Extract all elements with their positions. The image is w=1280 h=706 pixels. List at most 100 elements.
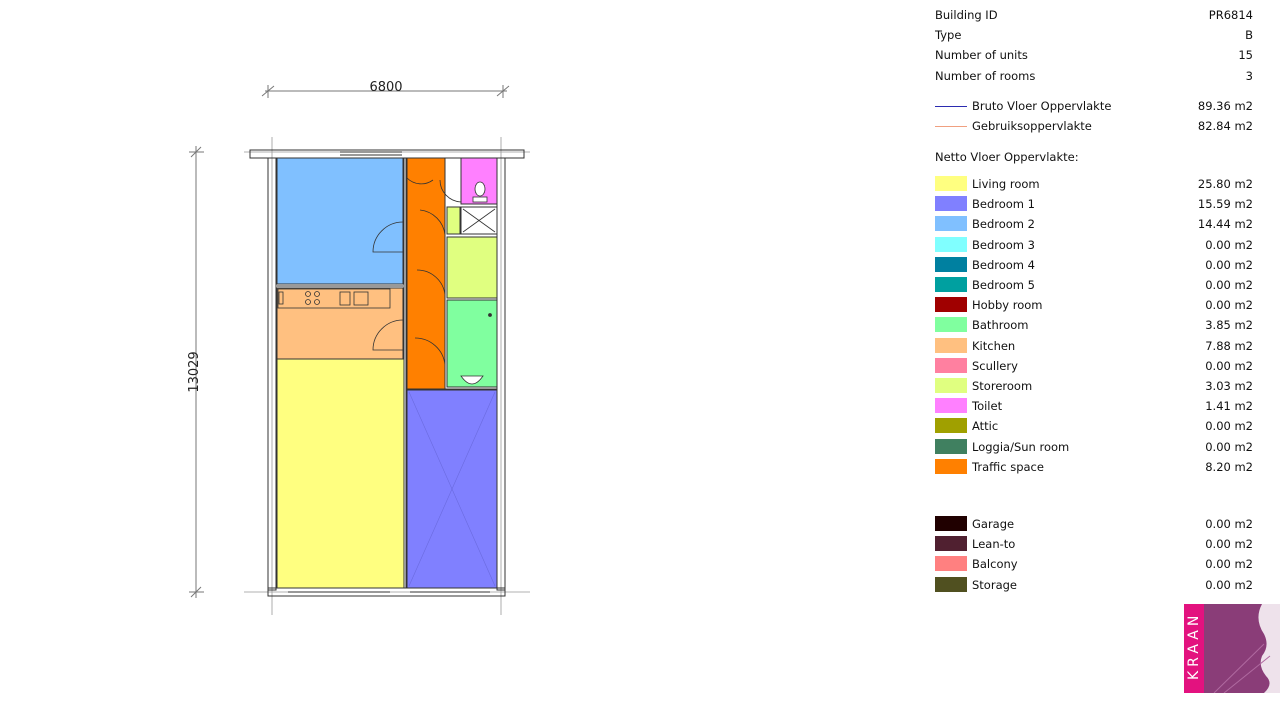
color-swatch — [935, 277, 967, 292]
line-swatch — [935, 126, 967, 128]
legend-label: Traffic space — [972, 459, 1044, 474]
floor-plan: 6800 13029 — [187, 80, 530, 615]
legend-label: Balcony — [972, 557, 1018, 572]
color-swatch — [935, 398, 967, 414]
room-legend-row: Storeroom 3.03 m2 — [935, 376, 1253, 396]
legend-value: 3 — [1245, 68, 1253, 83]
room-legend-row: Loggia/Sun room 0.00 m2 — [935, 437, 1253, 457]
legend-label: Number of units — [935, 48, 1028, 63]
legend-value: 0.00 m2 — [1205, 237, 1253, 252]
legend-label: Storage — [972, 577, 1017, 592]
legend-value: 3.03 m2 — [1205, 379, 1253, 393]
width-dimension-label: 6800 — [369, 80, 402, 95]
legend-label: Type — [935, 28, 962, 43]
color-swatch — [935, 337, 967, 353]
color-swatch — [935, 196, 967, 212]
legend-label: Bedroom 3 — [972, 237, 1035, 252]
extra-legend-row: Lean-to 0.00 m2 — [935, 534, 1253, 554]
legend-value: 15 — [1238, 48, 1253, 63]
room-legend-row: Bedroom 5 0.00 m2 — [935, 275, 1253, 295]
color-swatch — [935, 458, 967, 474]
legend-value: 0.00 m2 — [1205, 577, 1253, 592]
room-legend-row: Toilet 1.41 m2 — [935, 396, 1253, 416]
legend-label: Lean-to — [972, 537, 1016, 552]
room-legend-row: Bedroom 4 0.00 m2 — [935, 255, 1253, 275]
legend-value: 82.84 m2 — [1197, 119, 1253, 134]
logo-text: KRAAN — [1186, 611, 1202, 680]
color-swatch — [935, 216, 967, 232]
area-row: Bruto Vloer Oppervlakte 89.36 m2 — [935, 96, 1253, 116]
color-swatch — [935, 236, 967, 252]
line-swatch — [935, 106, 967, 107]
color-swatch — [935, 297, 967, 313]
profile-silhouette-icon — [1213, 604, 1280, 693]
room-storeroom — [446, 236, 498, 299]
legend-value: PR6814 — [1208, 8, 1253, 22]
color-swatch — [935, 576, 967, 592]
room-living — [276, 358, 405, 589]
color-swatch — [935, 418, 967, 434]
room-legend-row: Bedroom 1 15.59 m2 — [935, 194, 1253, 214]
room-legend-row: Scullery 0.00 m2 — [935, 356, 1253, 376]
legend-value: 0.00 m2 — [1205, 517, 1253, 531]
room-legend-row: Hobby room 0.00 m2 — [935, 295, 1253, 315]
legend-label: Number of rooms — [935, 68, 1036, 83]
legend-label: Bedroom 5 — [972, 278, 1035, 292]
room-bathroom — [446, 299, 498, 388]
info-row: Building ID PR6814 — [935, 5, 1253, 25]
extra-legend-row: Balcony 0.00 m2 — [935, 554, 1253, 574]
legend-value: 0.00 m2 — [1205, 439, 1253, 454]
room-legend-row: Kitchen 7.88 m2 — [935, 336, 1253, 356]
legend-value: 0.00 m2 — [1205, 298, 1253, 313]
legend-value: 0.00 m2 — [1205, 257, 1253, 272]
info-row: Number of units 15 — [935, 45, 1253, 65]
legend-label: Living room — [972, 177, 1040, 191]
color-swatch — [935, 378, 967, 393]
legend-label: Toilet — [972, 399, 1003, 414]
legend-label: Gebruiksoppervlakte — [972, 119, 1092, 134]
legend-label: Bathroom — [972, 318, 1029, 333]
legend-value: 8.20 m2 — [1205, 459, 1253, 474]
room-legend-row: Bedroom 3 0.00 m2 — [935, 235, 1253, 255]
room-bedroom-2 — [276, 157, 404, 285]
room-storeroom-small — [446, 206, 461, 235]
room-legend-row: Attic 0.00 m2 — [935, 416, 1253, 436]
color-swatch — [935, 438, 967, 454]
legend-label: Attic — [972, 419, 999, 434]
legend-value: 1.41 m2 — [1205, 399, 1253, 414]
legend-label: Bruto Vloer Oppervlakte — [972, 99, 1112, 113]
area-row: Gebruiksoppervlakte 82.84 m2 — [935, 116, 1253, 136]
netto-title: Netto Vloer Oppervlakte: — [935, 150, 1079, 164]
legend-value: 0.00 m2 — [1205, 278, 1253, 292]
room-legend-row: Bathroom 3.85 m2 — [935, 315, 1253, 335]
room-traffic-space — [406, 157, 446, 390]
legend-value: 0.00 m2 — [1205, 557, 1253, 572]
height-dimension-label: 13029 — [187, 351, 202, 392]
legend-label: Bedroom 2 — [972, 217, 1035, 232]
info-row: Type B — [935, 25, 1253, 45]
extra-legend-row: Storage 0.00 m2 — [935, 575, 1253, 595]
legend-label: Scullery — [972, 358, 1018, 373]
color-swatch — [935, 176, 967, 191]
info-row: Number of rooms 3 — [935, 66, 1253, 86]
legend-value: 7.88 m2 — [1205, 338, 1253, 353]
room-legend-row: Living room 25.80 m2 — [935, 174, 1253, 194]
legend-value: 89.36 m2 — [1197, 99, 1253, 113]
legend-value: 14.44 m2 — [1197, 217, 1253, 232]
legend-value: 0.00 m2 — [1205, 419, 1253, 434]
legend-value: 15.59 m2 — [1197, 197, 1253, 212]
room-legend-row: Bedroom 2 14.44 m2 — [935, 214, 1253, 234]
legend-value: B — [1245, 28, 1253, 43]
legend-value: 25.80 m2 — [1197, 177, 1253, 191]
legend-label: Bedroom 4 — [972, 257, 1035, 272]
color-swatch — [935, 556, 967, 572]
room-legend-row: Traffic space 8.20 m2 — [935, 457, 1253, 477]
legend-label: Storeroom — [972, 379, 1033, 393]
legend-label: Building ID — [935, 8, 998, 22]
legend-value: 0.00 m2 — [1205, 537, 1253, 552]
kraan-logo: KRAAN — [1184, 604, 1280, 693]
color-swatch — [935, 536, 967, 552]
color-swatch — [935, 357, 967, 373]
color-swatch — [935, 256, 967, 272]
legend-label: Loggia/Sun room — [972, 439, 1070, 454]
